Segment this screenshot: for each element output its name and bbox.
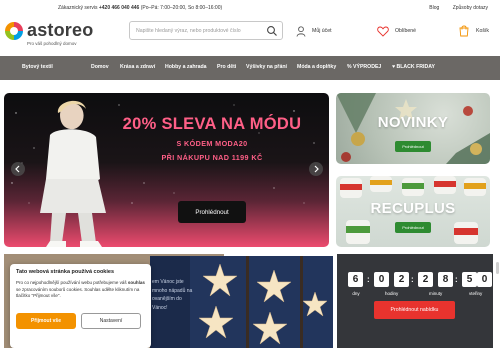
contact-link[interactable]: Způsoby dotazy xyxy=(453,5,488,11)
novinky-banner[interactable]: NOVINKY Prohlédnout xyxy=(336,93,490,164)
countdown-digit: 2 xyxy=(418,272,433,287)
countdown-minutes-tens: 2 minuty xyxy=(415,272,443,296)
countdown-digit: 0 xyxy=(477,272,492,287)
cart-link[interactable]: Košík xyxy=(458,24,489,38)
nav-item-domov[interactable]: Domov xyxy=(91,64,109,70)
countdown-label: vteřiny xyxy=(469,291,483,296)
phone-number[interactable]: +420 466 040 446 xyxy=(99,5,139,11)
heart-icon xyxy=(377,26,389,37)
countdown-minutes-ones: 8 xyxy=(435,272,457,287)
nav-item-pro-deti[interactable]: Pro děti xyxy=(217,64,236,70)
promo-line: ovanějším do xyxy=(152,296,182,302)
countdown-digit: 5 xyxy=(462,272,477,287)
christmas-stars-banner[interactable]: em Vánoc jste mnoho nápadů na ovanějším … xyxy=(150,256,333,348)
topbar-links: Blog Způsoby dotazy xyxy=(417,5,488,11)
promo-line: Vánoc! xyxy=(152,304,168,311)
countdown-label: hodiny xyxy=(385,291,399,296)
search-box xyxy=(129,21,283,40)
hero-cta-button[interactable]: Prohlédnout xyxy=(178,201,246,223)
carousel-next-button[interactable] xyxy=(309,162,323,176)
promo-line: em Vánoc jste xyxy=(152,279,184,285)
countdown-label: minuty xyxy=(429,291,443,296)
countdown-hours-ones: 2 xyxy=(391,272,413,287)
search-icon[interactable] xyxy=(266,25,278,37)
recuplus-label: RECUPLUS xyxy=(370,200,456,217)
countdown-separator: : xyxy=(411,275,414,284)
accept-all-button[interactable]: Přijmout vše xyxy=(16,313,76,329)
hero-code-line: S KÓDEM MODA20 xyxy=(176,139,248,148)
blog-link[interactable]: Blog xyxy=(429,5,439,11)
nav-item-vysivky[interactable]: Výšivky na přání xyxy=(246,64,287,70)
account-label: Můj účet xyxy=(312,28,332,34)
countdown-separator: : xyxy=(367,275,370,284)
countdown-seconds-ones: 0 xyxy=(477,272,499,287)
cart-icon xyxy=(459,25,469,37)
wishlist-label: Oblíbené xyxy=(395,28,417,34)
search-input[interactable] xyxy=(136,25,264,37)
cookie-text-start: Pro co nejpohodlnější používání webu pot… xyxy=(16,280,128,285)
cookie-consent-dialog: Tato webová stránka používá cookies Pro … xyxy=(10,264,151,348)
nav-item-vyprodej[interactable]: % VÝPRODEJ xyxy=(347,64,381,70)
countdown-hours-tens: 0 hodiny xyxy=(371,272,399,296)
nav-item-moda-a-doplnky[interactable]: Móda a doplňky xyxy=(297,64,336,70)
countdown-timer: 6 dny : 0 hodiny 2 : 2 minuty 8 : 5 vteř xyxy=(345,272,492,302)
cart-label: Košík xyxy=(476,28,489,34)
page: Zákaznický servis +420 466 040 446 (Po–P… xyxy=(0,0,500,348)
logo-text: astoreo xyxy=(27,20,94,40)
scrollbar-thumb[interactable] xyxy=(496,262,499,274)
view-offer-button[interactable]: Prohlédnout nabídku xyxy=(374,301,455,319)
customer-service-line: Zákaznický servis +420 466 040 446 (Po–P… xyxy=(58,5,222,11)
header: astoreo Pro váš pohodlný domov Můj účet … xyxy=(0,14,500,54)
chevron-left-icon xyxy=(15,165,20,173)
nav-item-hobby-a-zahrada[interactable]: Hobby a zahrada xyxy=(165,64,207,70)
carousel-prev-button[interactable] xyxy=(11,162,25,176)
black-friday-countdown-panel: 6 dny : 0 hodiny 2 : 2 minuty 8 : 5 vteř xyxy=(337,254,493,348)
opening-hours: (Po–Pá: 7:00–20:00, So 8:00–16:00) xyxy=(140,5,223,11)
cookie-text-end: se zpracováním souborů cookies. Souhlas … xyxy=(16,286,140,299)
logo-icon xyxy=(5,22,23,40)
service-label: Zákaznický servis xyxy=(58,5,98,11)
account-link[interactable]: Můj účet xyxy=(296,24,332,38)
recuplus-banner[interactable]: RECUPLUS Prohlédnout xyxy=(336,176,490,247)
nav-item-bytovy-textil[interactable]: Bytový textil xyxy=(22,64,53,70)
user-icon xyxy=(296,25,306,37)
cookie-text-bold: souhlas xyxy=(127,280,145,285)
chevron-right-icon xyxy=(314,165,319,173)
countdown-digit: 6 xyxy=(348,272,363,287)
wishlist-link[interactable]: Oblíbené xyxy=(377,24,416,38)
hero-minimum-line: PŘI NÁKUPU NAD 1199 KČ xyxy=(161,153,263,162)
logo[interactable]: astoreo Pro váš pohodlný domov xyxy=(5,20,115,50)
model-figure-image xyxy=(40,100,106,247)
countdown-separator: : xyxy=(455,275,458,284)
novinky-label: NOVINKY xyxy=(377,114,449,131)
promo-text: em Vánoc jste mnoho nápadů na ovanějším … xyxy=(152,278,192,312)
cookie-settings-button[interactable]: Nastavení xyxy=(81,313,141,329)
countdown-days: 6 dny xyxy=(345,272,367,296)
cookie-title: Tato webová stránka používá cookies xyxy=(16,269,115,275)
hero-headline: 20% SLEVA NA MÓDU xyxy=(122,115,302,133)
countdown-digit: 8 xyxy=(438,272,453,287)
nav-item-krasa-a-zdravi[interactable]: Krása a zdraví xyxy=(120,64,155,70)
promo-line: mnoho nápadů na xyxy=(152,287,193,294)
cookie-text: Pro co nejpohodlnější používání webu pot… xyxy=(16,280,148,300)
recuplus-button[interactable]: Prohlédnout xyxy=(395,222,431,233)
countdown-digit: 2 xyxy=(394,272,409,287)
hero-banner[interactable]: 20% SLEVA NA MÓDU S KÓDEM MODA20 PŘI NÁK… xyxy=(4,93,329,247)
nav-item-black-friday[interactable]: ♥ BLACK FRIDAY xyxy=(392,64,435,70)
novinky-button[interactable]: Prohlédnout xyxy=(395,141,431,152)
countdown-label: dny xyxy=(352,291,360,296)
countdown-digit: 0 xyxy=(374,272,389,287)
logo-tagline: Pro váš pohodlný domov xyxy=(27,41,77,46)
main-nav: Bytový textil Domov Krása a zdraví Hobby… xyxy=(0,56,500,80)
